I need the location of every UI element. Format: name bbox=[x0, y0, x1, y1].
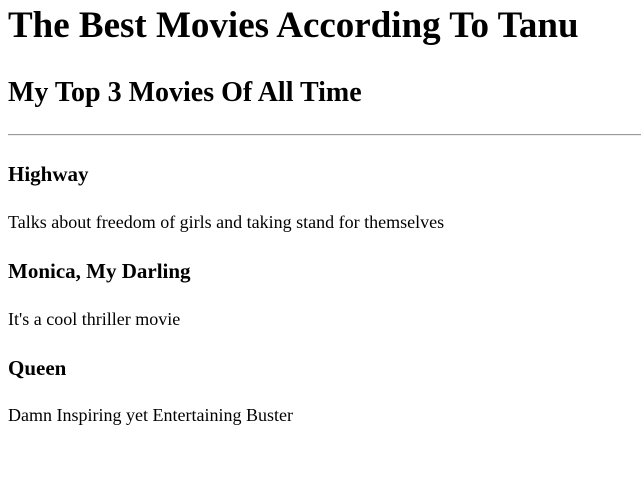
page-title: The Best Movies According To Tanu bbox=[8, 5, 579, 46]
horizontal-divider bbox=[8, 134, 641, 136]
section-title: My Top 3 Movies Of All Time bbox=[8, 77, 362, 108]
movie-description-highway: Talks about freedom of girls and taking … bbox=[8, 212, 445, 232]
page-content: The Best Movies According To Tanu My Top… bbox=[0, 0, 641, 478]
movie-title-highway: Highway bbox=[8, 162, 89, 186]
movie-description-queen: Damn Inspiring yet Entertaining Buster bbox=[8, 405, 293, 425]
movie-title-monica-my-darling: Monica, My Darling bbox=[8, 259, 191, 283]
movie-title-queen: Queen bbox=[8, 356, 67, 380]
movie-description-monica-my-darling: It's a cool thriller movie bbox=[8, 309, 181, 329]
